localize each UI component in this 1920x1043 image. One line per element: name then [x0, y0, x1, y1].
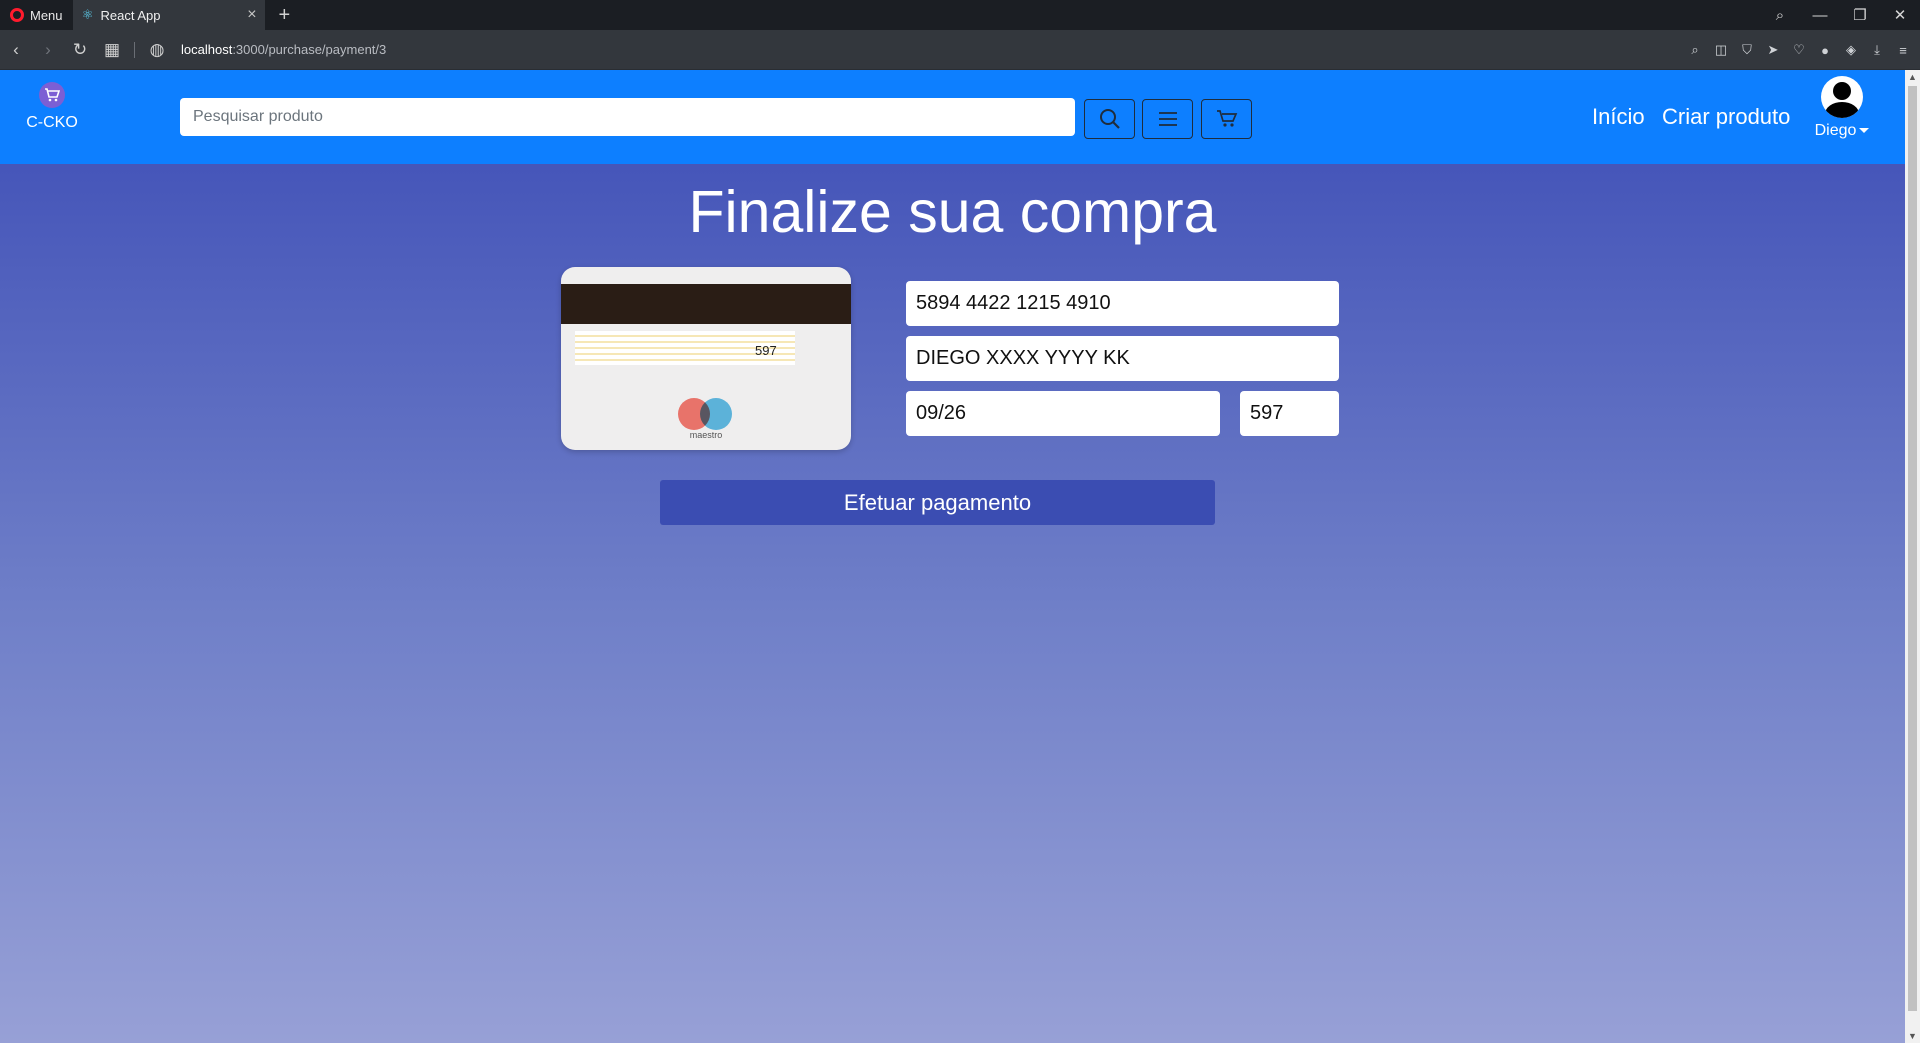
cart-icon [1216, 110, 1237, 127]
lens-icon[interactable]: ⌕ [1686, 42, 1704, 58]
url-field[interactable]: localhost:3000/purchase/payment/3 [181, 42, 386, 57]
minimize-icon[interactable]: — [1800, 7, 1840, 24]
search-input[interactable] [180, 98, 1075, 136]
magnetic-stripe [561, 284, 851, 324]
opera-logo-icon [10, 8, 24, 22]
scrollbar-thumb[interactable] [1908, 86, 1917, 1011]
brand-name: C-CKO [26, 114, 78, 131]
browser-menu-label: Menu [30, 7, 63, 23]
close-window-icon[interactable]: ✕ [1880, 6, 1920, 24]
avatar [1821, 76, 1863, 118]
menu-button[interactable] [1142, 99, 1193, 139]
card-expiry-field[interactable] [906, 391, 1220, 436]
cart-logo-icon [39, 82, 65, 108]
user-name: Diego [1814, 122, 1857, 139]
new-tab-icon[interactable]: + [279, 4, 291, 27]
user-name-row: Diego [1812, 122, 1872, 140]
chevron-down-icon [1859, 128, 1870, 134]
window-controls: ⌕ — ❐ ✕ [1760, 0, 1920, 30]
tab-grid-icon[interactable]: ▦ [96, 40, 128, 60]
heart-icon[interactable]: ♡ [1790, 42, 1808, 58]
cart-button[interactable] [1201, 99, 1252, 139]
site-info-icon[interactable]: ◍ [141, 40, 173, 60]
search-icon [1099, 109, 1120, 129]
card-preview-back: 597 maestro [561, 267, 851, 450]
close-tab-icon[interactable]: × [247, 6, 256, 24]
easy-setup-icon[interactable]: ≡ [1894, 43, 1912, 58]
browser-tab[interactable]: ⚛ React App × [72, 0, 265, 30]
search-button[interactable] [1084, 99, 1135, 139]
maestro-logo-icon [678, 398, 734, 432]
address-tools: ⌕ ◫ ⛉ ➤ ♡ ● ◈ ⤓ ≡ [1686, 30, 1912, 70]
scroll-up-icon[interactable]: ▲ [1905, 72, 1920, 82]
nav-link-home[interactable]: Início [1592, 104, 1645, 130]
address-bar: ‹ › ↻ ▦ ◍ localhost:3000/purchase/paymen… [0, 30, 1920, 70]
user-dropdown[interactable]: Diego [1812, 76, 1872, 140]
shield-icon[interactable]: ⛉ [1738, 42, 1756, 58]
nav-link-create-product[interactable]: Criar produto [1662, 104, 1790, 130]
reload-icon[interactable]: ↻ [64, 40, 96, 60]
hamburger-icon [1158, 112, 1177, 126]
forward-icon[interactable]: › [32, 40, 64, 60]
snapshot-icon[interactable]: ◫ [1712, 42, 1730, 58]
card-cvv-field[interactable] [1240, 391, 1339, 436]
card-name-field[interactable] [906, 336, 1339, 381]
browser-search-icon[interactable]: ⌕ [1760, 7, 1800, 24]
restore-icon[interactable]: ❐ [1840, 6, 1880, 24]
back-icon[interactable]: ‹ [0, 40, 32, 60]
url-path: :3000/purchase/payment/3 [232, 42, 387, 57]
card-preview-cvv: 597 [755, 343, 777, 358]
scroll-down-icon[interactable]: ▼ [1905, 1031, 1920, 1041]
submit-payment-button[interactable]: Efetuar pagamento [660, 480, 1215, 525]
tab-title: React App [100, 7, 161, 23]
page-title: Finalize sua compra [688, 179, 1217, 245]
url-host: localhost [181, 42, 233, 57]
react-favicon-icon: ⚛ [81, 7, 94, 22]
browser-menu-button[interactable]: Menu [0, 0, 73, 30]
address-separator [134, 41, 135, 58]
site-navbar: C-CKO Início Criar produto Diego [0, 70, 1905, 164]
page-scrollbar[interactable]: ▲ ▼ [1905, 70, 1920, 1043]
page-viewport: C-CKO Início Criar produto Diego Finaliz… [0, 70, 1905, 1043]
send-icon[interactable]: ➤ [1764, 42, 1782, 58]
browser-tab-bar: Menu ⚛ React App × + ⌕ — ❐ ✕ [0, 0, 1920, 30]
card-number-field[interactable] [906, 281, 1339, 326]
brand[interactable]: C-CKO [18, 82, 86, 132]
extension-icon[interactable]: ● [1816, 43, 1834, 58]
download-icon[interactable]: ⤓ [1868, 42, 1886, 58]
cube-icon[interactable]: ◈ [1842, 42, 1860, 58]
card-brand-text: maestro [689, 430, 723, 440]
